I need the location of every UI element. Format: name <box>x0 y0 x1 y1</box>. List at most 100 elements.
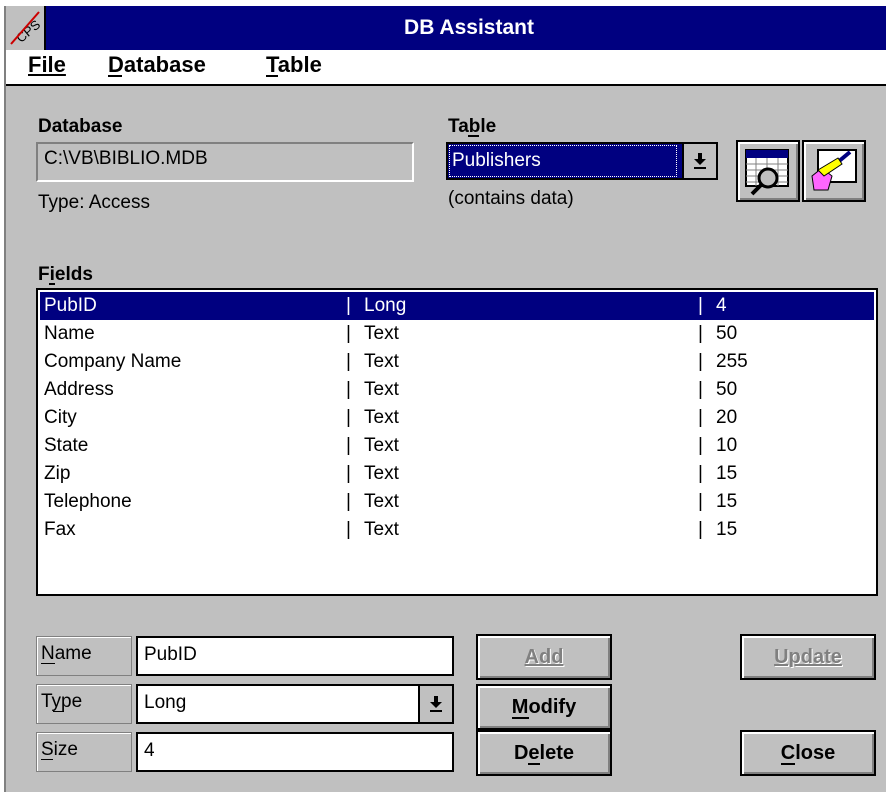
field-name-cell: Name <box>44 323 95 344</box>
field-size-cell: 10 <box>716 435 738 456</box>
column-separator: | <box>698 295 703 316</box>
delete-button[interactable]: Delete <box>476 730 612 776</box>
size-label: Size <box>36 732 132 772</box>
dropdown-arrow-icon <box>430 696 442 712</box>
size-label-text: Size <box>41 739 78 760</box>
field-size-cell: 255 <box>716 351 748 372</box>
column-separator: | <box>346 491 351 512</box>
fields-list-row[interactable]: Telephone | Text | 15 <box>40 488 874 516</box>
menu-table[interactable]: Table <box>266 52 322 78</box>
close-button-label: Close <box>780 741 836 765</box>
column-separator: | <box>698 379 703 400</box>
field-size-cell: 15 <box>716 519 738 540</box>
table-heading: Table <box>448 116 497 138</box>
type-select[interactable]: Long <box>136 684 454 724</box>
field-size-cell: 15 <box>716 491 738 512</box>
modify-button[interactable]: Modify <box>476 684 612 730</box>
field-size-cell: 50 <box>716 379 738 400</box>
fields-heading: Fields <box>38 264 93 286</box>
name-input[interactable]: PubID <box>136 636 454 676</box>
table-select-value: Publishers <box>452 150 541 171</box>
database-type-text: Type: Access <box>38 192 150 213</box>
menu-database-label: Database <box>108 52 206 77</box>
column-separator: | <box>698 351 703 372</box>
field-type-cell: Text <box>364 351 399 372</box>
column-separator: | <box>698 491 703 512</box>
field-name-cell: Zip <box>44 463 71 484</box>
column-separator: | <box>346 323 351 344</box>
fields-list-row[interactable]: Fax | Text | 15 <box>40 516 874 544</box>
table-select[interactable]: Publishers <box>446 142 718 180</box>
field-name-cell: Address <box>44 379 114 400</box>
field-type-cell: Long <box>364 295 407 316</box>
fields-list-row[interactable]: State | Text | 10 <box>40 432 874 460</box>
field-size-cell: 20 <box>716 407 738 428</box>
column-separator: | <box>346 295 351 316</box>
field-type-cell: Text <box>364 323 399 344</box>
type-label: Type <box>36 684 132 724</box>
column-separator: | <box>698 519 703 540</box>
title-bar[interactable]: DB Assistant <box>6 6 886 50</box>
field-name-cell: PubID <box>44 295 97 316</box>
field-type-cell: Text <box>364 519 399 540</box>
field-type-cell: Text <box>364 435 399 456</box>
database-heading: Database <box>38 116 123 137</box>
menu-file-label: File <box>28 52 66 77</box>
view-table-icon <box>745 149 789 196</box>
system-menu-icon[interactable]: CPS <box>6 6 46 50</box>
field-type-cell: Text <box>364 463 399 484</box>
field-name-cell: Company Name <box>44 351 182 372</box>
menu-database[interactable]: Database <box>108 52 206 78</box>
field-size-cell: 15 <box>716 463 738 484</box>
field-name-cell: Fax <box>44 519 76 540</box>
fields-list-row[interactable]: Company Name | Text | 255 <box>40 348 874 376</box>
menu-file[interactable]: File <box>28 52 66 78</box>
database-path-field: C:\VB\BIBLIO.MDB <box>36 142 414 182</box>
close-button[interactable]: Close <box>740 730 876 776</box>
column-separator: | <box>346 463 351 484</box>
table-note: (contains data) <box>448 188 574 209</box>
name-label-text: Name <box>41 643 92 664</box>
field-name-cell: City <box>44 407 77 428</box>
column-separator: | <box>698 463 703 484</box>
view-table-button[interactable] <box>736 140 800 202</box>
modify-button-label: Modify <box>511 695 577 719</box>
update-button-label: Update <box>774 645 842 668</box>
field-type-cell: Text <box>364 491 399 512</box>
column-separator: | <box>698 407 703 428</box>
edit-table-icon <box>811 149 857 191</box>
db-assistant-window: DB Assistant CPS File Database Table Dat… <box>0 0 890 798</box>
type-label-text: Type <box>41 691 83 712</box>
dropdown-arrow-icon <box>694 153 706 169</box>
window-title: DB Assistant <box>404 16 534 39</box>
size-input[interactable]: 4 <box>136 732 454 772</box>
column-separator: | <box>346 407 351 428</box>
add-button[interactable]: Add <box>476 634 612 680</box>
name-label: Name <box>36 636 132 676</box>
table-dropdown-button[interactable] <box>682 144 716 178</box>
add-button-label: Add <box>524 645 564 668</box>
table-heading-text: Table <box>448 116 497 137</box>
field-type-cell: Text <box>364 407 399 428</box>
fields-list-row[interactable]: City | Text | 20 <box>40 404 874 432</box>
fields-list[interactable]: PubID | Long | 4 Name | Text | 50 Company Name | Tex… <box>36 288 878 596</box>
field-name-cell: Telephone <box>44 491 132 512</box>
fields-list-row[interactable]: Address | Text | 50 <box>40 376 874 404</box>
fields-list-row[interactable]: Name | Text | 50 <box>40 320 874 348</box>
menu-bar: File Database Table <box>6 50 886 86</box>
column-separator: | <box>698 435 703 456</box>
column-separator: | <box>346 435 351 456</box>
edit-table-button[interactable] <box>802 140 866 202</box>
update-button[interactable]: Update <box>740 634 876 680</box>
fields-list-row[interactable]: Zip | Text | 15 <box>40 460 874 488</box>
column-separator: | <box>346 351 351 372</box>
type-dropdown-button[interactable] <box>418 686 452 722</box>
column-separator: | <box>346 519 351 540</box>
column-separator: | <box>346 379 351 400</box>
field-size-cell: 4 <box>716 295 727 316</box>
type-select-value: Long <box>144 692 187 713</box>
menu-table-label: Table <box>266 52 322 77</box>
fields-list-row[interactable]: PubID | Long | 4 <box>40 292 874 320</box>
field-size-cell: 50 <box>716 323 738 344</box>
column-separator: | <box>698 323 703 344</box>
